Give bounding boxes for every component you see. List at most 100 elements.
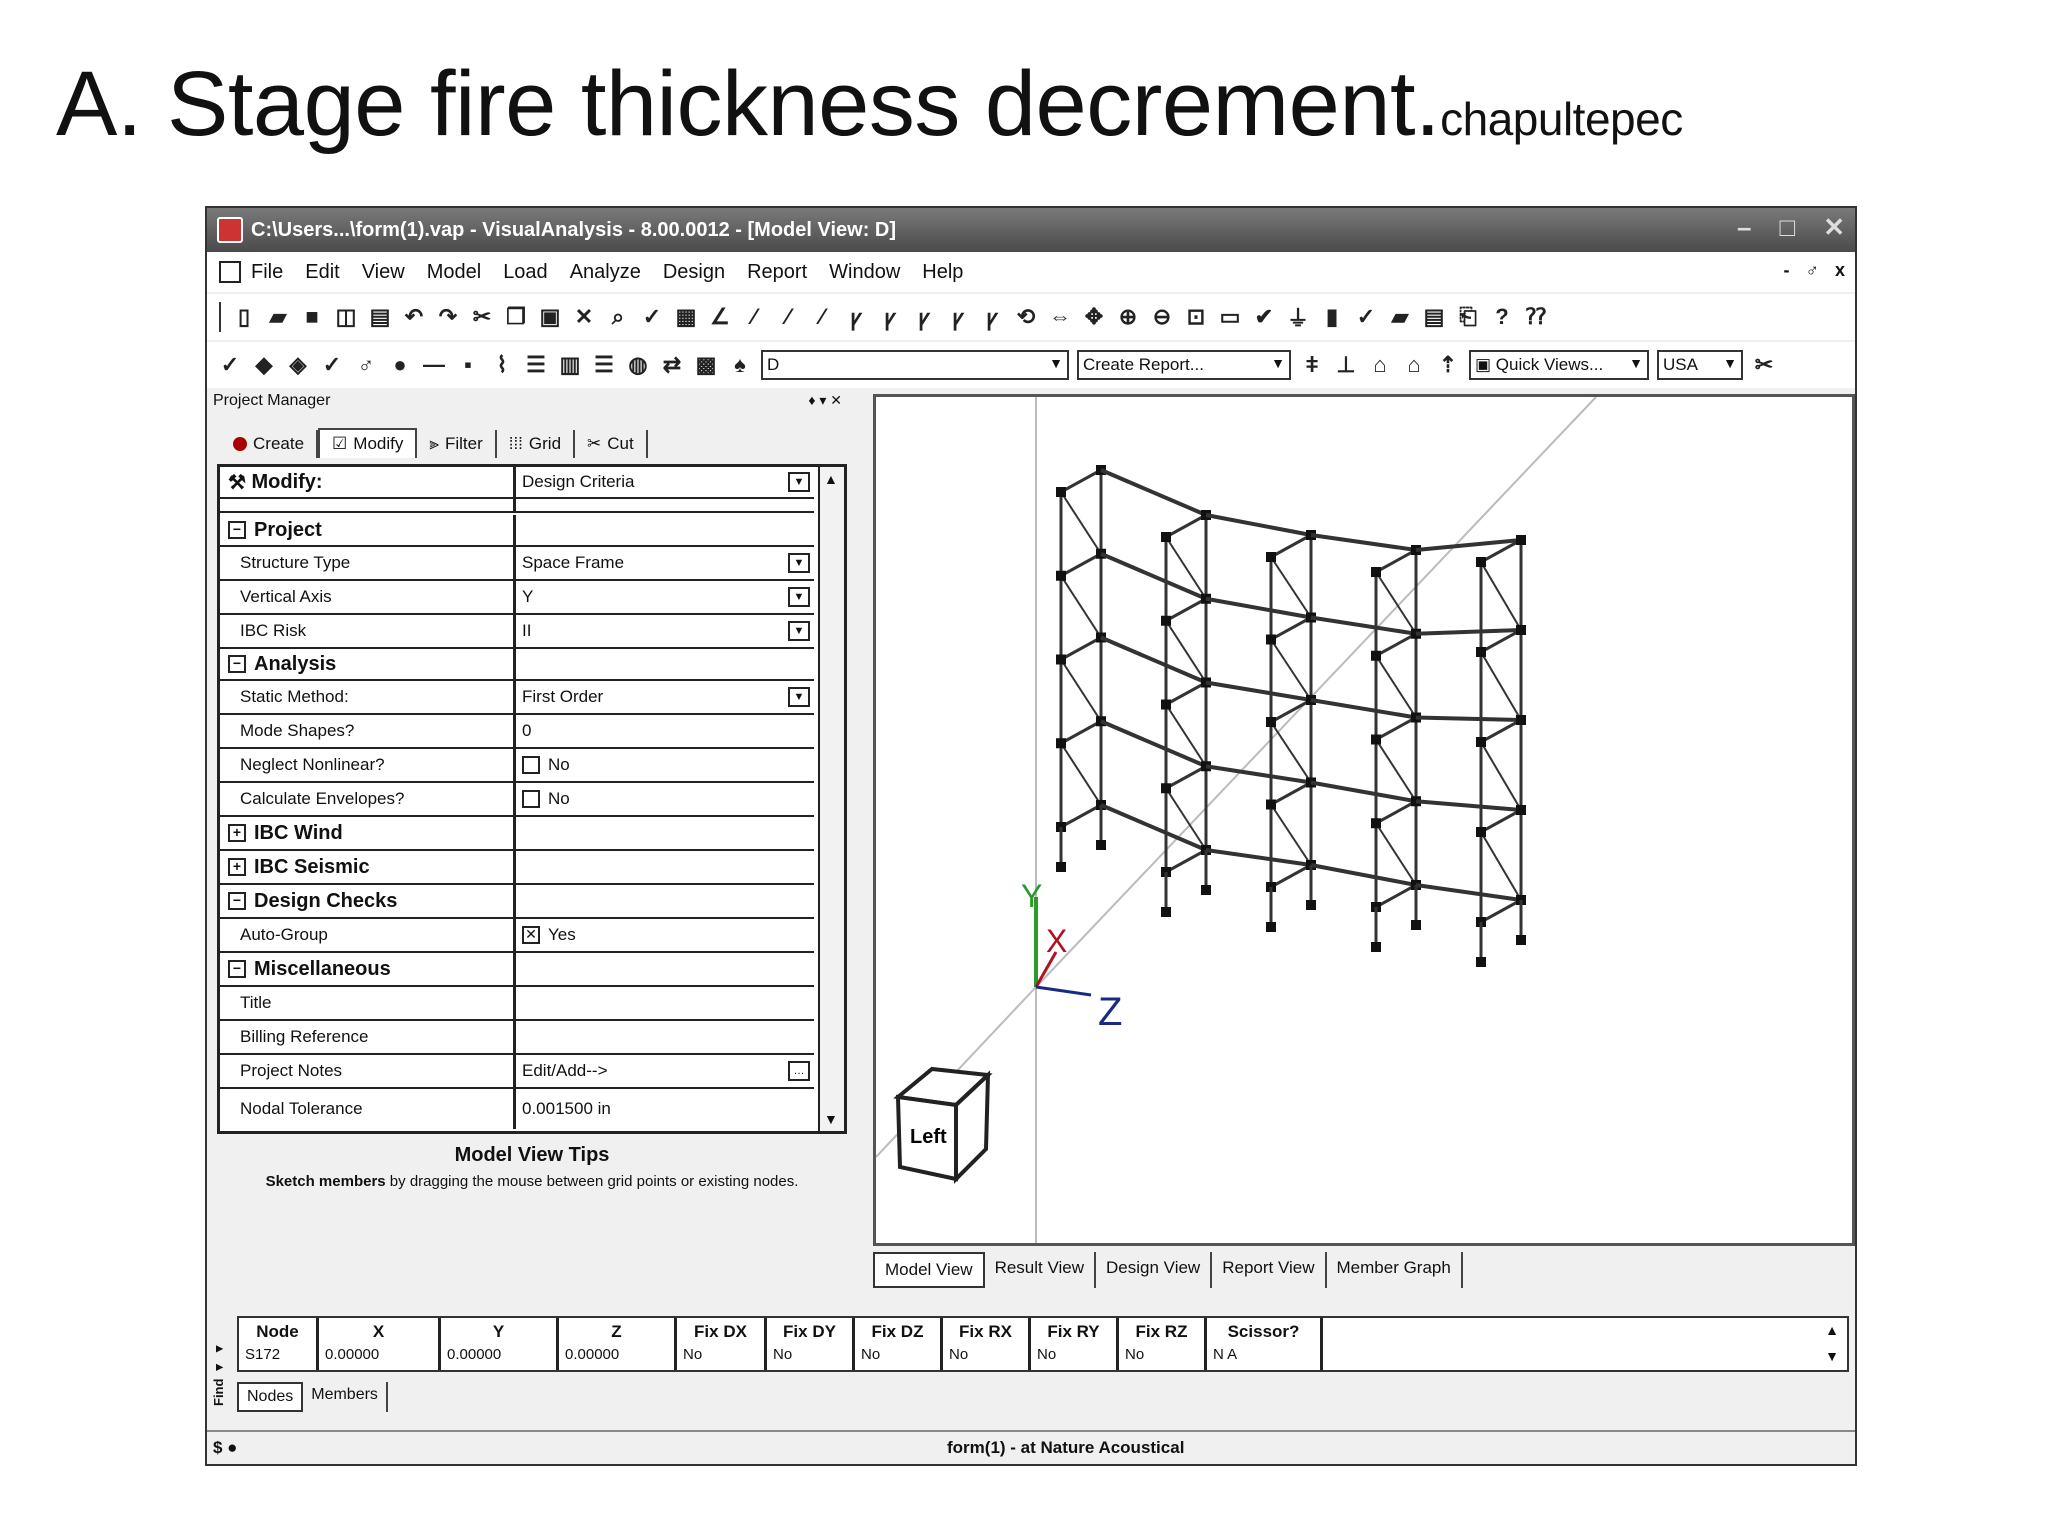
mdi-minimize-button[interactable]: - [1783, 260, 1789, 281]
zoom-out-icon[interactable]: ⊖ [1149, 304, 1175, 330]
open-folder-icon[interactable]: ▰ [265, 304, 291, 330]
member-tool-4-icon[interactable]: ⁄ [809, 304, 835, 330]
billing-reference-input[interactable] [516, 1021, 814, 1053]
cell-fix-dy[interactable]: No [767, 1346, 852, 1370]
tab-member-graph[interactable]: Member Graph [1327, 1252, 1463, 1288]
rotate-icon[interactable]: ⟲ [1013, 304, 1039, 330]
document-menu-icon[interactable] [219, 261, 241, 283]
model-view-combo[interactable]: D ▼ [761, 350, 1069, 380]
frame-node[interactable] [1476, 557, 1486, 567]
cell-node[interactable]: S172 [239, 1346, 316, 1370]
find-icon[interactable]: ⌕ [605, 304, 631, 330]
units-combo[interactable]: USA ▼ [1657, 350, 1743, 380]
cell-fix-dx[interactable]: No [677, 1346, 764, 1370]
frame-node[interactable] [1266, 717, 1276, 727]
col-header-fix-dx[interactable]: Fix DX [677, 1318, 764, 1346]
frame-node[interactable] [1161, 615, 1171, 626]
menu-file[interactable]: File [251, 261, 283, 284]
paint-icon[interactable]: ♂ [353, 352, 379, 378]
pane-pin-icon[interactable]: ♦ ▾ ✕ [808, 392, 842, 409]
frame-node[interactable] [1096, 840, 1106, 850]
frame-node[interactable] [1161, 907, 1171, 917]
sort-icon[interactable]: ⇡ [1435, 352, 1461, 378]
load-case-icon[interactable]: ⌂ [1367, 352, 1393, 378]
export-icon[interactable]: ⎗ [1455, 304, 1481, 330]
view-cube[interactable]: Left [893, 1066, 993, 1184]
nodal-tolerance-input[interactable]: 0.001500 in [516, 1089, 814, 1129]
frame-node[interactable] [1371, 734, 1381, 745]
cell-scissor[interactable]: N A [1207, 1346, 1320, 1370]
chevron-down-icon[interactable]: ▼ [788, 587, 810, 607]
auto-group-checkbox[interactable]: ✕ [522, 926, 540, 944]
col-header-node[interactable]: Node [239, 1318, 316, 1346]
mode-shapes-input[interactable]: 0 [516, 715, 814, 747]
load-tool-5-icon[interactable]: ꝩ [979, 304, 1005, 330]
mdi-close-button[interactable]: x [1835, 260, 1845, 281]
cell-fix-rz[interactable]: No [1119, 1346, 1204, 1370]
frame-node[interactable] [1516, 625, 1526, 635]
copy-icon[interactable]: ❐ [503, 304, 529, 330]
cell-fix-rx[interactable]: No [943, 1346, 1028, 1370]
expand-icon[interactable]: + [228, 824, 246, 842]
calculate-envelopes-checkbox[interactable] [522, 790, 540, 808]
cell-fix-ry[interactable]: No [1031, 1346, 1116, 1370]
category-design-checks[interactable]: − Design Checks [220, 885, 814, 919]
frame-node[interactable] [1161, 699, 1171, 710]
chevron-up-icon[interactable]: ▲ [1825, 1322, 1839, 1338]
chevron-down-icon[interactable]: ▼ [788, 472, 810, 492]
cell-y[interactable]: 0.00000 [441, 1346, 556, 1370]
report-combo[interactable]: Create Report... ▼ [1077, 350, 1291, 380]
tab-create[interactable]: Create [221, 430, 319, 458]
frame-node[interactable] [1161, 532, 1171, 542]
category-project[interactable]: − Project [220, 515, 814, 547]
minimize-button[interactable]: – [1737, 212, 1751, 243]
menu-load[interactable]: Load [503, 261, 548, 284]
brush-2-icon[interactable]: ◈ [285, 352, 311, 378]
redo-icon[interactable]: ↷ [435, 304, 461, 330]
check-icon[interactable]: ✔ [1251, 304, 1277, 330]
save-icon[interactable]: ■ [299, 304, 325, 330]
category-ibc-wind[interactable]: + IBC Wind [220, 817, 814, 851]
menu-model[interactable]: Model [427, 261, 481, 284]
category-analysis[interactable]: − Analysis [220, 649, 814, 681]
pan-icon[interactable]: ✥ [1081, 304, 1107, 330]
find-side-caption[interactable]: Find ◂ ◂ [211, 1314, 229, 1434]
load-tool-3-icon[interactable]: ꝩ [911, 304, 937, 330]
frame-node[interactable] [1306, 900, 1316, 910]
model-view-canvas[interactable]: X Y Z Left [873, 394, 1855, 1246]
col-header-fix-dy[interactable]: Fix DY [767, 1318, 852, 1346]
frame-node[interactable] [1056, 570, 1066, 581]
col-header-y[interactable]: Y [441, 1318, 556, 1346]
table-icon[interactable]: ☰ [523, 352, 549, 378]
check-tool-2-icon[interactable]: ✓ [319, 352, 345, 378]
collapse-icon[interactable]: − [228, 892, 246, 910]
frame-node[interactable] [1371, 650, 1381, 661]
cut-icon[interactable]: ✂ [469, 304, 495, 330]
menu-window[interactable]: Window [829, 261, 900, 284]
tab-report-view[interactable]: Report View [1212, 1252, 1327, 1288]
frame-node[interactable] [1056, 738, 1066, 749]
col-header-scissor[interactable]: Scissor? [1207, 1318, 1320, 1346]
col-header-x[interactable]: X [319, 1318, 438, 1346]
new-file-icon[interactable]: ▯ [231, 304, 257, 330]
section-icon[interactable]: ◍ [625, 352, 651, 378]
menu-edit[interactable]: Edit [305, 261, 339, 284]
col-header-fix-rz[interactable]: Fix RZ [1119, 1318, 1204, 1346]
static-method-select[interactable]: First Order ▼ [516, 681, 814, 713]
chevron-up-icon[interactable]: ▲ [824, 471, 838, 487]
check-tool-icon[interactable]: ✓ [217, 352, 243, 378]
title-input[interactable] [516, 987, 814, 1019]
undo-icon[interactable]: ↶ [401, 304, 427, 330]
load-tool-icon[interactable]: ꝩ [843, 304, 869, 330]
frame-node[interactable] [1516, 535, 1526, 545]
frame-node[interactable] [1056, 487, 1066, 497]
tab-result-view[interactable]: Result View [985, 1252, 1097, 1288]
menu-help[interactable]: Help [922, 261, 963, 284]
delete-icon[interactable]: ✕ [571, 304, 597, 330]
frame-node[interactable] [1476, 827, 1486, 837]
cell-x[interactable]: 0.00000 [319, 1346, 438, 1370]
collapse-icon[interactable]: − [228, 960, 246, 978]
frame-node[interactable] [1516, 805, 1526, 815]
load-tool-2-icon[interactable]: ꝩ [877, 304, 903, 330]
cell-z[interactable]: 0.00000 [559, 1346, 674, 1370]
